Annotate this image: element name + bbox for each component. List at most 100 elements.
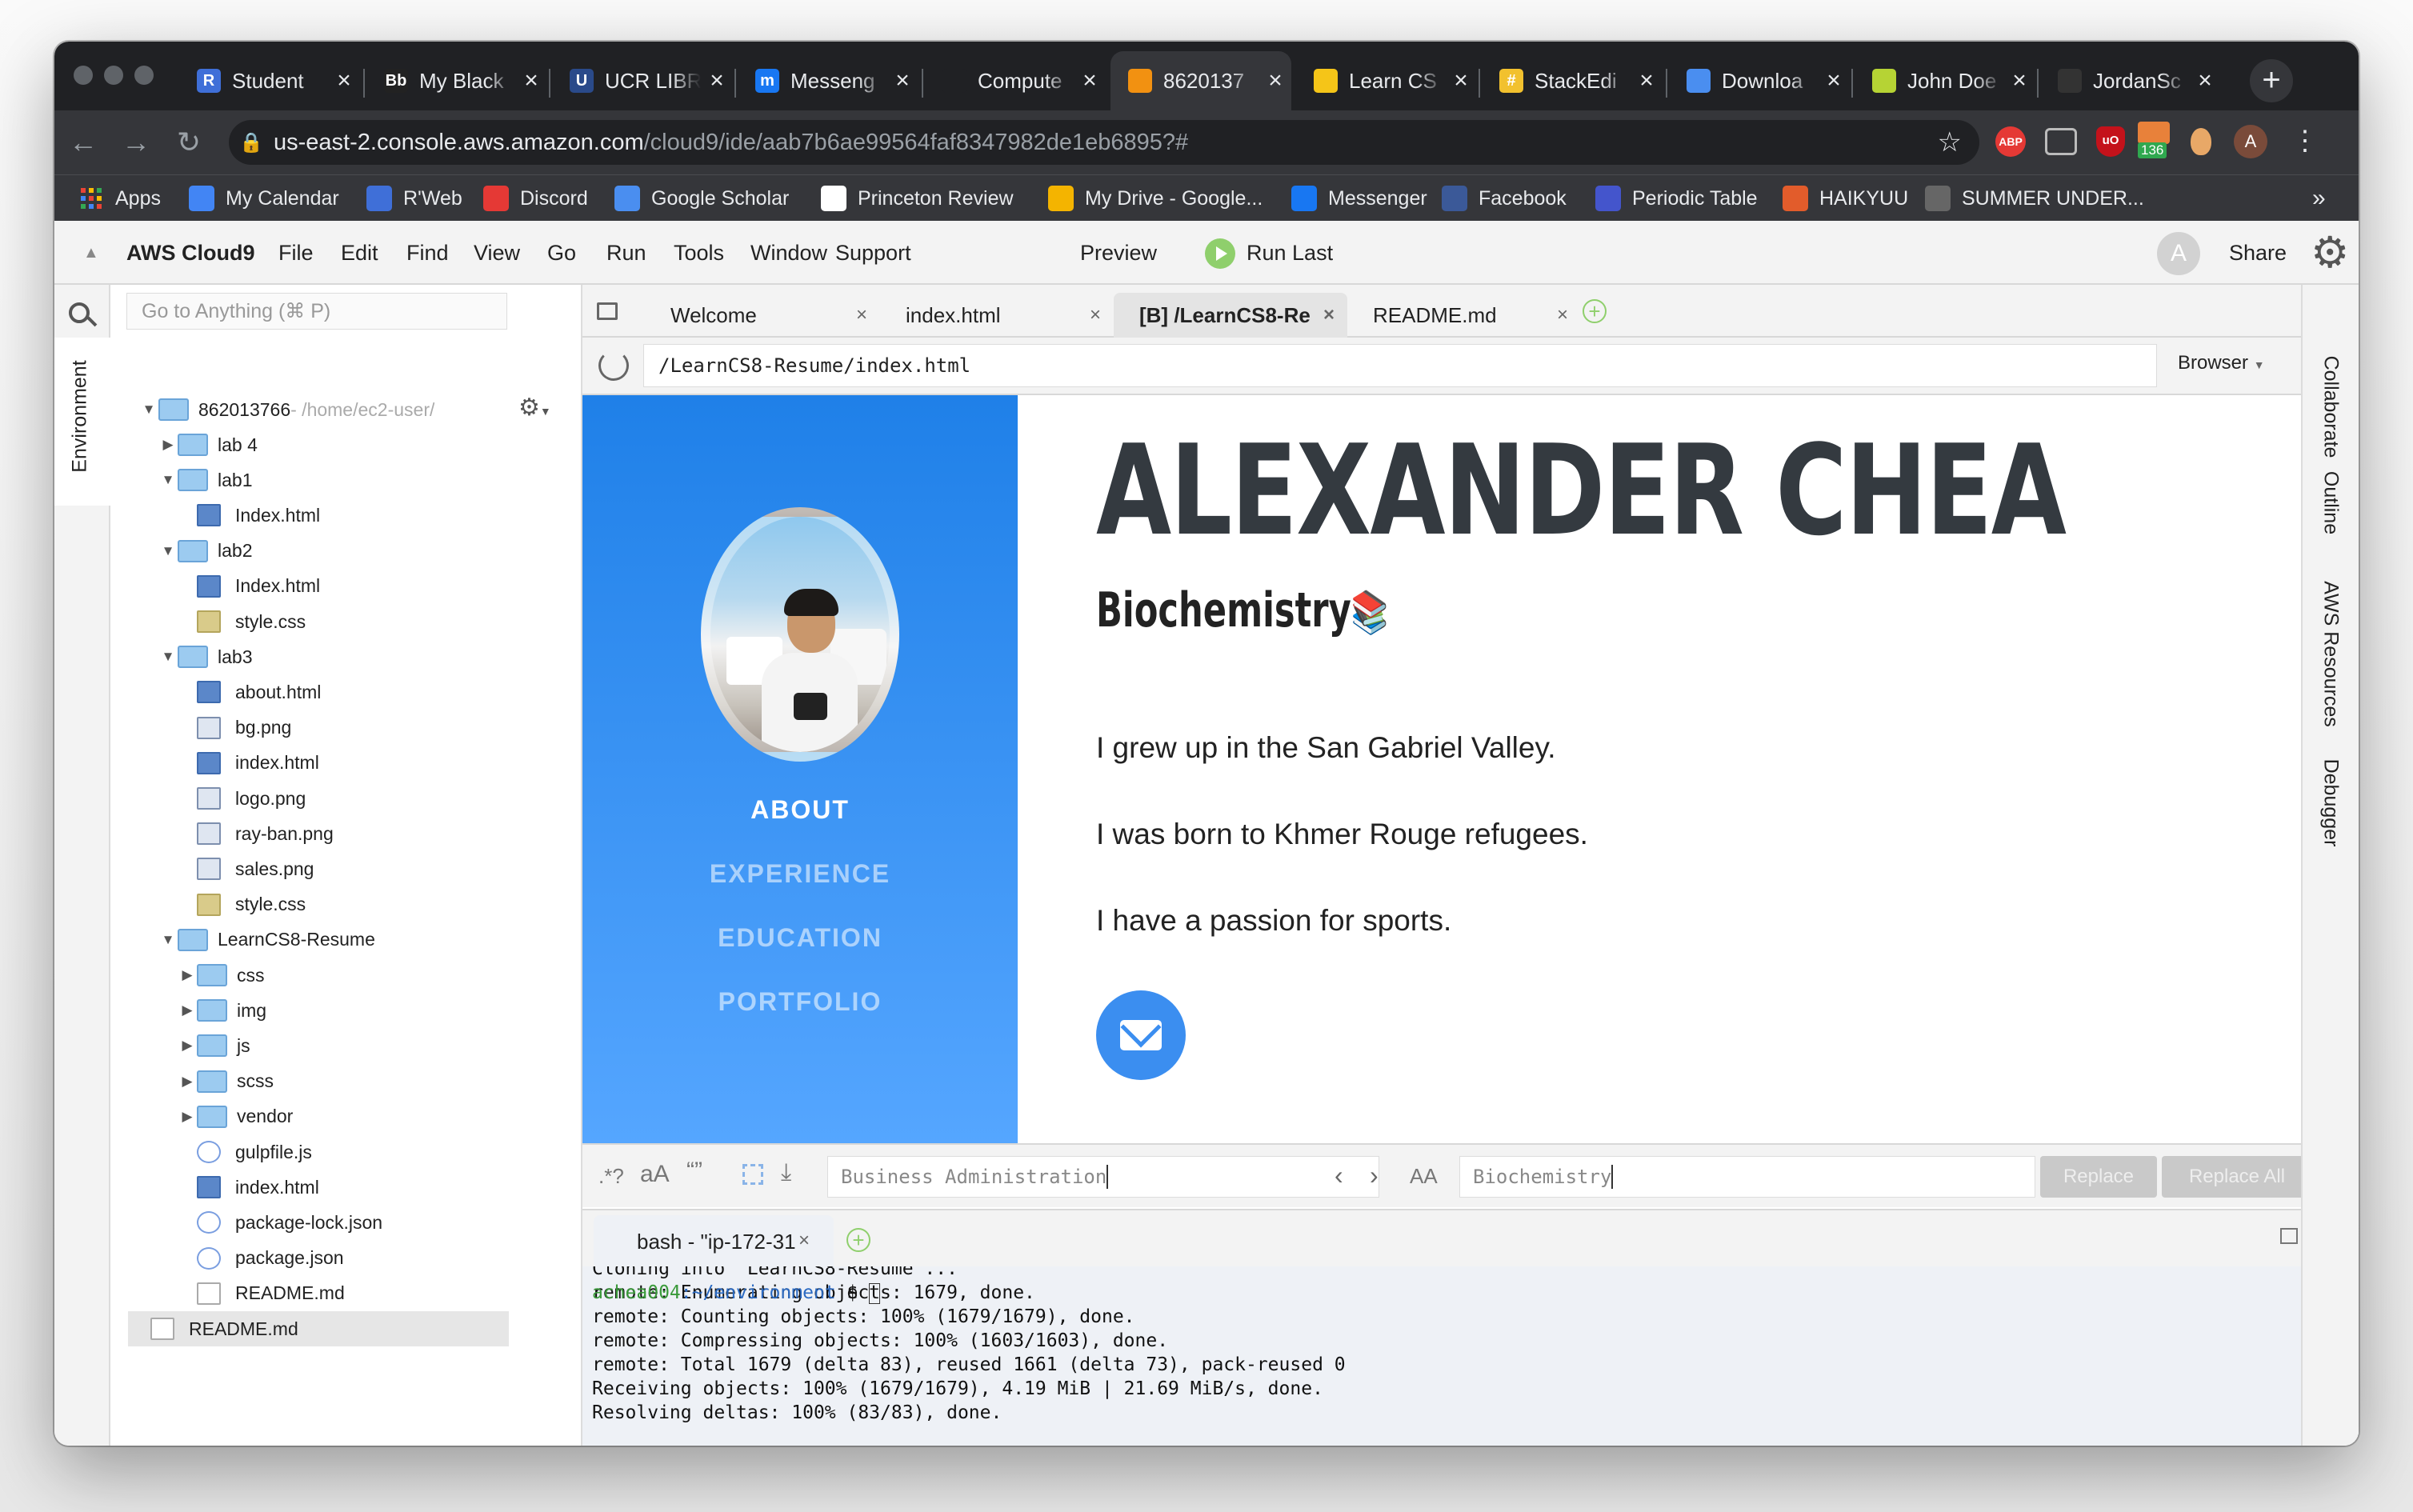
menu-file[interactable]: File [278, 221, 314, 285]
forward-arrow-icon[interactable]: → [112, 110, 160, 174]
browser-tab[interactable]: 8620137 × [1110, 51, 1291, 110]
browser-menu-icon[interactable]: ⋮ [2291, 123, 2319, 160]
bookmark-item[interactable]: Messenger [1291, 175, 1427, 222]
ide-user-avatar[interactable]: A [2157, 232, 2200, 275]
tab-close-icon[interactable]: × [886, 67, 918, 94]
bookmark-star-icon[interactable]: ☆ [1938, 126, 1962, 158]
folder-item[interactable]: ▶ lab 4 [158, 427, 258, 462]
nav-link-portfolio[interactable]: PORTFOLIO [582, 987, 1018, 1017]
collapsed-arrow-icon[interactable]: ▶ [178, 967, 197, 983]
share-button[interactable]: Share [2229, 221, 2287, 285]
expanded-arrow-icon[interactable]: ▼ [158, 543, 178, 559]
add-terminal-icon[interactable]: + [846, 1228, 870, 1252]
editor-tab[interactable]: README.md × [1347, 293, 1581, 338]
add-tab-icon[interactable]: + [1583, 299, 1607, 323]
file-item[interactable]: bg.png [178, 710, 291, 746]
tab-close-icon[interactable]: × [856, 304, 867, 326]
tab-close-icon[interactable]: × [1074, 67, 1106, 94]
file-item[interactable]: README.md [178, 1276, 345, 1311]
folder-item[interactable]: ▶ css [178, 958, 265, 993]
find-input[interactable]: Business Administration [827, 1156, 1379, 1198]
preserve-case-toggle[interactable]: AA [1410, 1164, 1438, 1189]
browser-dropdown[interactable]: Browser ▼ [2178, 352, 2265, 374]
preview-refresh-icon[interactable] [598, 350, 629, 381]
run-last-button[interactable]: Run Last [1247, 221, 1333, 285]
folder-item[interactable]: ▶ vendor [178, 1099, 293, 1134]
maximize-terminal-icon[interactable] [2280, 1228, 2298, 1244]
collapsed-arrow-icon[interactable]: ▶ [178, 1074, 197, 1090]
terminal-tab-close-icon[interactable]: × [798, 1230, 810, 1252]
menu-view[interactable]: View [474, 221, 520, 285]
tab-close-icon[interactable]: × [515, 67, 547, 94]
ublock-extension-icon[interactable]: uO [2096, 126, 2125, 157]
menu-window[interactable]: Window [750, 221, 827, 285]
menu-find[interactable]: Find [406, 221, 449, 285]
settings-gear-icon[interactable]: ⚙ [2311, 229, 2349, 277]
file-item[interactable]: style.css [178, 887, 306, 922]
panel-aws-resources[interactable]: AWS Resources [2319, 581, 2343, 726]
find-prev-icon[interactable]: ‹ [1335, 1161, 1343, 1190]
collapse-menu-icon[interactable]: ▲ [83, 221, 99, 285]
terminal-tab[interactable]: bash - "ip-172-31 [594, 1215, 834, 1268]
collapsed-arrow-icon[interactable]: ▶ [158, 437, 178, 453]
extension-glasses-icon[interactable] [2045, 128, 2077, 155]
panel-debugger[interactable]: Debugger [2319, 759, 2343, 847]
file-item[interactable]: Index.html [178, 569, 320, 604]
tree-root[interactable]: ▼ 862013766 - /home/ec2-user/en [139, 392, 434, 427]
editor-tab[interactable]: [B] /LearnCS8-Re × [1114, 293, 1347, 338]
browser-tab[interactable]: Bb My Black × [366, 51, 547, 110]
zoom-window-icon[interactable] [134, 66, 154, 85]
bookmark-item[interactable]: Facebook [1442, 175, 1567, 222]
search-icon[interactable] [69, 302, 90, 323]
search-down-icon[interactable]: ⤓ [781, 1159, 791, 1186]
tab-close-icon[interactable]: × [328, 67, 360, 94]
tab-menu-icon[interactable] [597, 302, 618, 320]
bookmark-item[interactable]: My Drive - Google... [1048, 175, 1263, 222]
file-item[interactable]: style.css [178, 604, 306, 639]
tab-close-icon[interactable]: × [1323, 304, 1335, 326]
bookmark-item[interactable]: HAIKYUU [1783, 175, 1908, 222]
replace-button[interactable]: Replace [2040, 1156, 2157, 1198]
tab-close-icon[interactable]: × [2189, 67, 2221, 94]
nav-link-experience[interactable]: EXPERIENCE [582, 859, 1018, 889]
minimize-window-icon[interactable] [104, 66, 123, 85]
aws-cloud9-menu[interactable]: AWS Cloud9 [126, 221, 255, 285]
folder-item[interactable]: ▶ img [178, 993, 266, 1028]
nav-link-about[interactable]: ABOUT [582, 795, 1018, 825]
file-item[interactable]: index.html [178, 1170, 319, 1205]
browser-tab[interactable]: m Messeng × [738, 51, 918, 110]
run-play-icon[interactable] [1205, 238, 1235, 269]
case-toggle[interactable]: aA [640, 1161, 670, 1188]
folder-item[interactable]: ▶ js [178, 1028, 250, 1063]
extension-badge-icon[interactable]: 136 [2138, 122, 2173, 162]
browser-tab[interactable]: Downloa × [1669, 51, 1850, 110]
menu-go[interactable]: Go [547, 221, 576, 285]
collapsed-arrow-icon[interactable]: ▶ [178, 1038, 197, 1054]
file-item[interactable]: about.html [178, 674, 321, 710]
editor-tab[interactable]: index.html × [880, 293, 1114, 338]
bookmark-item[interactable]: R'Web [366, 175, 462, 222]
tab-close-icon[interactable]: × [2003, 67, 2035, 94]
environment-tab[interactable]: Environment [69, 345, 92, 489]
close-window-icon[interactable] [74, 66, 93, 85]
collapsed-arrow-icon[interactable]: ▶ [178, 1002, 197, 1018]
browser-tab[interactable]: Learn CS × [1296, 51, 1477, 110]
menu-run[interactable]: Run [606, 221, 646, 285]
go-to-anything-input[interactable]: Go to Anything (⌘ P) [126, 293, 507, 330]
browser-tab[interactable]: John Doe × [1855, 51, 2035, 110]
menu-support[interactable]: Support [835, 221, 911, 285]
preview-url-input[interactable]: /LearnCS8-Resume/index.html [643, 344, 2157, 387]
tab-close-icon[interactable]: × [1445, 67, 1477, 94]
browser-tab[interactable]: JordanSc × [2040, 51, 2221, 110]
panel-collaborate[interactable]: Collaborate [2319, 356, 2343, 458]
reload-icon[interactable]: ↻ [165, 110, 213, 174]
whole-word-toggle[interactable]: “” [686, 1158, 702, 1185]
new-tab-plus-icon[interactable]: + [2250, 59, 2293, 102]
folder-item[interactable]: ▼ lab2 [158, 534, 252, 569]
file-item[interactable]: ray-ban.png [178, 816, 334, 851]
find-next-icon[interactable]: › [1370, 1161, 1379, 1190]
address-bar[interactable]: 🔒 us-east-2.console.aws.amazon.com /clou… [229, 120, 1979, 165]
file-item[interactable]: index.html [178, 746, 319, 781]
bookmark-item[interactable]: Princeton Review [821, 175, 1014, 222]
file-item[interactable]: logo.png [178, 781, 306, 816]
